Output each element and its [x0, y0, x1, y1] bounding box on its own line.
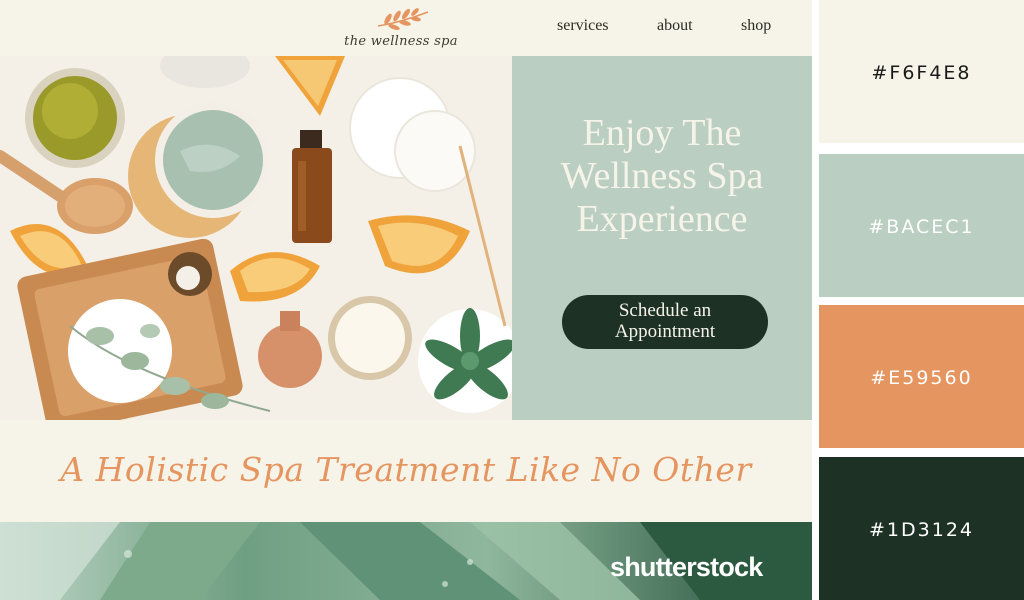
logo-text: the wellness spa [344, 34, 458, 49]
schedule-appointment-button[interactable]: Schedule an Appointment [562, 295, 768, 349]
hero-title-line: Enjoy The [582, 112, 742, 154]
swatch-hex-label: #E59560 [870, 367, 973, 389]
nav-link-services[interactable]: services [557, 17, 609, 35]
leaf-branch-icon [377, 8, 429, 30]
nav-link-shop[interactable]: shop [741, 17, 771, 35]
site-logo[interactable]: the wellness spa [336, 6, 466, 54]
swatch-hex-label: #BACEC1 [868, 216, 975, 238]
nav-link-about[interactable]: about [657, 17, 693, 35]
tagline-section: A Holistic Spa Treatment Like No Other [0, 420, 812, 522]
color-palette: #F6F4E8 #BACEC1 #E59560 #1D3124 [812, 0, 1024, 600]
color-swatch-dark-green: #1D3124 [819, 457, 1024, 600]
color-swatch-sage: #BACEC1 [819, 154, 1024, 297]
site-header: the wellness spa services about shop [0, 0, 812, 56]
hero-spa-photo [0, 56, 512, 420]
hero-title: Enjoy The Wellness Spa Experience [512, 112, 812, 241]
hero-title-line: Wellness Spa [560, 155, 764, 197]
cta-label-line: Appointment [614, 321, 716, 342]
hero-title-line: Experience [576, 198, 748, 240]
website-mockup: the wellness spa services about shop Enj… [0, 0, 812, 600]
shutterstock-watermark: shutterstock [610, 552, 763, 582]
color-swatch-cream: #F6F4E8 [819, 0, 1024, 143]
tagline-text: A Holistic Spa Treatment Like No Other [60, 450, 752, 489]
swatch-hex-label: #1D3124 [869, 519, 974, 541]
swatch-hex-label: #F6F4E8 [871, 62, 972, 84]
cta-label-line: Schedule an [618, 300, 712, 321]
hero-text-panel: Enjoy The Wellness Spa Experience Schedu… [512, 56, 812, 420]
color-swatch-orange: #E59560 [819, 305, 1024, 448]
